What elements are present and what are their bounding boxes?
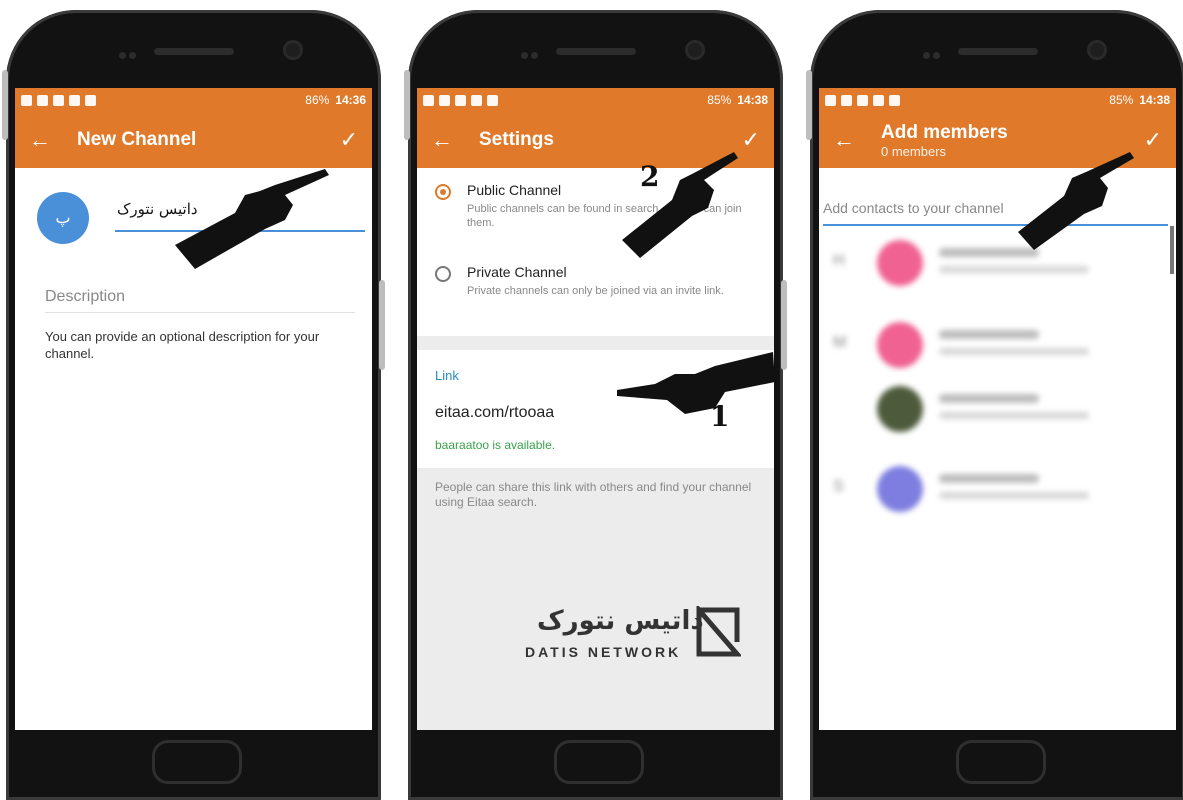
clock: 14:36 [335,93,366,107]
check-icon[interactable]: ✓ [742,127,760,153]
home-button[interactable] [955,740,1046,784]
list-item[interactable]: M [819,316,1149,372]
step-number-1: 1 [710,400,730,433]
battery-level: 85% [707,93,732,107]
radio-icon[interactable] [435,266,451,282]
back-arrow-icon[interactable]: ← [29,127,59,153]
link-help: People can share this link with others a… [435,480,752,509]
clock: 14:38 [737,93,768,107]
sensor [118,46,143,59]
battery-level: 85% [1109,93,1134,107]
radio-icon[interactable] [435,184,451,200]
volume-button [2,70,8,140]
volume-button [806,70,812,140]
link-input[interactable]: eitaa.com/rtooaa [435,404,554,422]
pointing-hand-icon [175,169,329,269]
back-arrow-icon[interactable]: ← [833,127,863,153]
check-icon[interactable]: ✓ [340,127,358,153]
status-bar: 86% 14:36 [15,88,372,112]
step-number-2: 2 [640,160,660,193]
link-status: baaraatoo is available. [435,438,556,452]
battery-level: 86% [305,93,330,107]
page-title: Settings [479,129,554,150]
sensor [922,46,947,59]
watermark-logo: داتیس نتورک DATIS NETWORK [477,598,741,668]
member-count: 0 members [881,143,947,159]
section-letter: M [833,334,847,351]
home-button[interactable] [553,740,644,784]
logo-icon [696,606,741,657]
front-camera [685,40,705,60]
list-item[interactable] [819,380,1149,436]
private-channel-option[interactable]: Private Channel Private channels can onl… [435,264,752,298]
description-field[interactable]: Description [45,288,355,313]
earpiece [555,48,636,55]
volume-button [404,70,410,140]
status-bar: 85% 14:38 [417,88,774,112]
pointing-hand-icon [1018,152,1134,250]
watermark-english: DATIS NETWORK [525,644,682,660]
power-button [379,280,385,370]
power-button [781,280,787,370]
private-channel-title: Private Channel [467,264,567,280]
divider [417,336,774,350]
status-bar: 85% 14:38 [819,88,1176,112]
list-item[interactable]: S [819,460,1149,516]
home-button[interactable] [151,740,242,784]
pointing-hand-icon [617,352,775,414]
phone-add-members: 85% 14:38 ← Add members 0 members ✓ Add … [806,10,1183,800]
front-camera [283,40,303,60]
check-icon[interactable]: ✓ [1144,127,1162,153]
link-label: Link [435,368,459,383]
page-title: Add members [881,121,1008,143]
page-title: New Channel [77,129,197,150]
app-bar: ← New Channel ✓ [15,112,372,168]
section-letter: H [833,252,845,269]
front-camera [1087,40,1107,60]
phone-new-channel: 86% 14:36 ← New Channel ✓ پ داتیس نتورک … [2,10,385,800]
description-help: You can provide an optional description … [45,329,320,361]
earpiece [153,48,234,55]
channel-avatar[interactable]: پ [37,192,89,244]
scrollbar[interactable] [1170,226,1174,274]
sensor [520,46,545,59]
watermark-persian: داتیس نتورک [537,606,704,636]
private-channel-desc: Private channels can only be joined via … [467,285,724,297]
section-letter: S [833,478,844,495]
clock: 14:38 [1139,93,1170,107]
back-arrow-icon[interactable]: ← [431,127,461,153]
earpiece [957,48,1038,55]
